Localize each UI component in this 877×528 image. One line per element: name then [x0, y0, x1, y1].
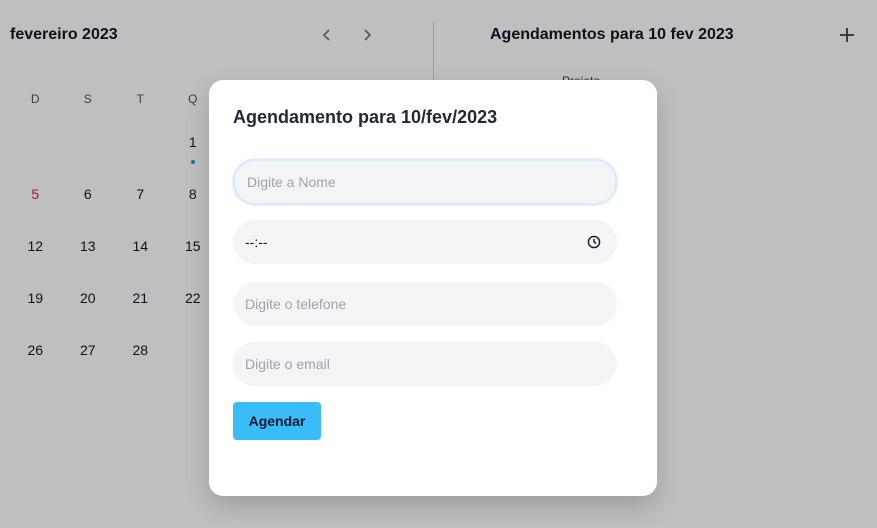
appointment-modal: Agendamento para 10/fev/2023 --:-- Agend… — [209, 80, 657, 496]
email-input[interactable] — [233, 342, 617, 386]
modal-title: Agendamento para 10/fev/2023 — [233, 107, 498, 127]
time-input[interactable]: --:-- — [233, 220, 617, 264]
phone-input[interactable] — [233, 282, 617, 326]
name-input[interactable] — [233, 159, 617, 205]
clock-icon[interactable] — [587, 235, 601, 249]
time-value: --:-- — [245, 234, 268, 250]
schedule-submit-button[interactable]: Agendar — [233, 402, 321, 440]
